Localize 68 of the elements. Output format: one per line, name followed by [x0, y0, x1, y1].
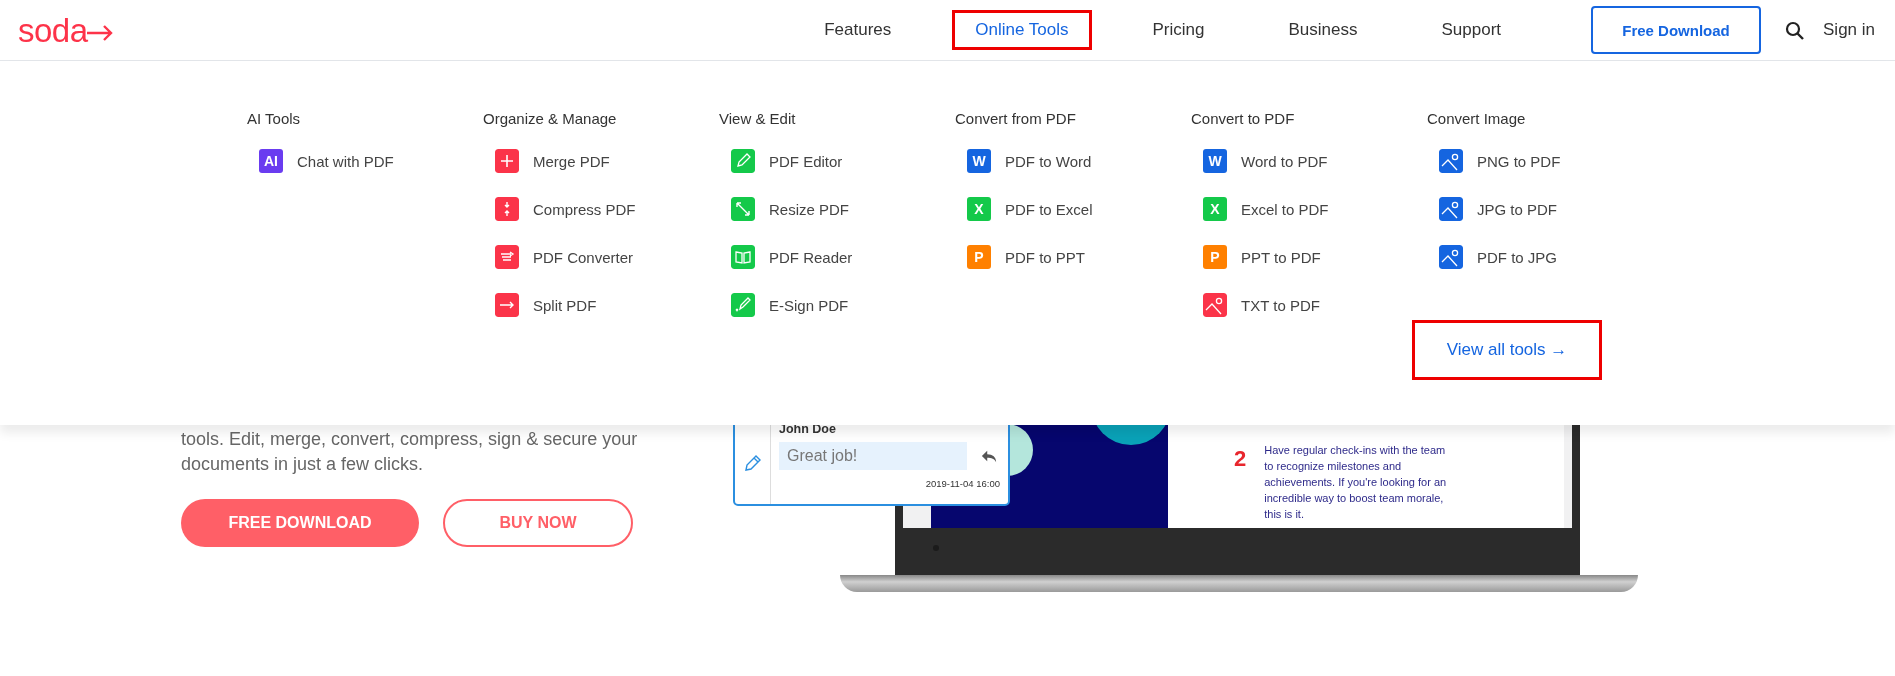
tool-link[interactable]: Split PDF: [495, 293, 719, 317]
nav-link[interactable]: Online Tools: [952, 10, 1092, 50]
comment-time: 2019-11-04 16:00: [924, 478, 1000, 489]
category-heading: Convert from PDF: [955, 109, 1077, 129]
tool-link[interactable]: X Excel to PDF: [1203, 197, 1427, 221]
letter-icon: W: [967, 149, 991, 173]
tool-link[interactable]: PDF Converter: [495, 245, 719, 269]
tool-label: TXT to PDF: [1241, 296, 1320, 314]
tool-link[interactable]: Merge PDF: [495, 149, 719, 173]
tool-link[interactable]: X PDF to Excel: [967, 197, 1191, 221]
tool-link[interactable]: E-Sign PDF: [731, 293, 955, 317]
tool-link[interactable]: P PPT to PDF: [1203, 245, 1427, 269]
tool-label: Compress PDF: [533, 200, 636, 218]
letter-icon: P: [1203, 245, 1227, 269]
tool-label: PNG to PDF: [1477, 152, 1561, 170]
slide-number: 2: [1234, 446, 1247, 473]
tool-label: Merge PDF: [533, 152, 610, 170]
slide-text: Have regular check-ins with the team to recognize milestones and achievements. If you're looking for an incredible way to boost team morale, this is it.: [1264, 443, 1447, 522]
tool-link[interactable]: PDF to JPG: [1439, 245, 1663, 269]
tool-label: Chat with PDF: [297, 152, 394, 170]
view-all-tools-link[interactable]: View all tools →: [1412, 320, 1602, 380]
letter-icon: P: [967, 245, 991, 269]
tool-link[interactable]: JPG to PDF: [1439, 197, 1663, 221]
tool-label: PDF Editor: [769, 152, 843, 170]
letter-icon: W: [1203, 149, 1227, 173]
tool-link[interactable]: PDF Reader: [731, 245, 955, 269]
tool-label: Excel to PDF: [1241, 200, 1329, 218]
tool-label: Split PDF: [533, 296, 597, 314]
pencil-icon[interactable]: [742, 452, 763, 472]
tool-label: JPG to PDF: [1477, 200, 1558, 218]
nav-link[interactable]: Features: [801, 10, 915, 50]
tool-link[interactable]: TXT to PDF: [1203, 293, 1427, 317]
tool-label: PDF to JPG: [1477, 248, 1558, 266]
nav-link[interactable]: Pricing: [1129, 10, 1228, 50]
tool-label: PDF Reader: [769, 248, 853, 266]
letter-icon: X: [967, 197, 991, 221]
tool-label: Resize PDF: [769, 200, 850, 218]
tool-link[interactable]: AI Chat with PDF: [259, 149, 483, 173]
category-heading: Convert to PDF: [1191, 109, 1296, 129]
letter-icon: AI: [259, 149, 283, 173]
category-heading: Organize & Manage: [483, 109, 618, 129]
tool-link[interactable]: W Word to PDF: [1203, 149, 1427, 173]
letter-icon: X: [1203, 197, 1227, 221]
tool-link[interactable]: P PDF to PPT: [967, 245, 1191, 269]
category-heading: View & Edit: [719, 109, 797, 129]
tool-link[interactable]: PDF Editor: [731, 149, 955, 173]
tool-label: PDF to PPT: [1005, 248, 1086, 266]
logo[interactable]: soda: [18, 13, 88, 47]
free-download-button[interactable]: Free Download: [1591, 6, 1761, 54]
tool-link[interactable]: Compress PDF: [495, 197, 719, 221]
tool-label: PPT to PDF: [1241, 248, 1321, 266]
tool-link[interactable]: PNG to PDF: [1439, 149, 1663, 173]
tool-label: E-Sign PDF: [769, 296, 849, 314]
nav-link[interactable]: Support: [1418, 10, 1524, 50]
sign-in-link[interactable]: Sign in: [1823, 20, 1875, 40]
tool-label: PDF to Excel: [1005, 200, 1093, 218]
tool-label: Word to PDF: [1241, 152, 1328, 170]
hero-description: tools. Edit, merge, convert, compress, sign & secure your documents in just a few clicks.: [181, 428, 639, 476]
tool-link[interactable]: Resize PDF: [731, 197, 955, 221]
comment-message: Great job!: [779, 442, 967, 470]
category-heading: AI Tools: [247, 109, 302, 129]
tool-link[interactable]: W PDF to Word: [967, 149, 1191, 173]
nav-link[interactable]: Business: [1265, 10, 1381, 50]
search-icon[interactable]: [1785, 20, 1804, 40]
tool-label: PDF Converter: [533, 248, 634, 266]
category-heading: Convert Image: [1427, 109, 1527, 129]
reply-icon[interactable]: [980, 448, 998, 464]
tool-label: PDF to Word: [1005, 152, 1092, 170]
